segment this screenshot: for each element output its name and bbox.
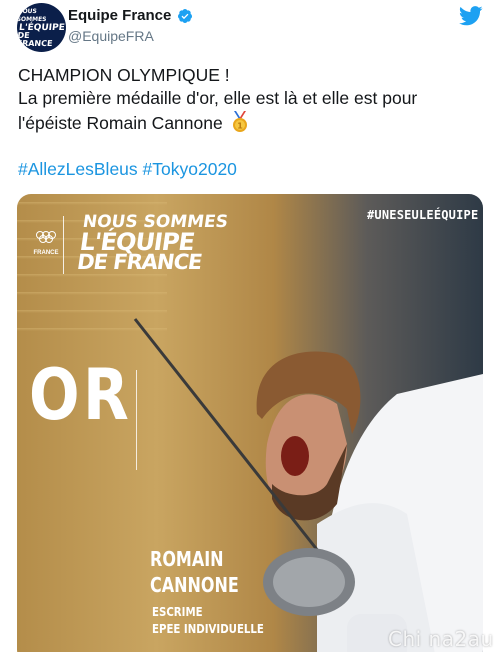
- user-handle[interactable]: @EquipeFRA: [68, 28, 154, 44]
- svg-text:1: 1: [237, 122, 243, 131]
- slogan-line: L'ÉQUIPE: [78, 228, 196, 256]
- logo-divider: [63, 216, 64, 274]
- olympic-rings-icon: [36, 231, 56, 243]
- event-label: ESCRIME EPEE INDIVIDUELLE: [152, 604, 264, 638]
- gold-medal-icon: 1: [232, 111, 247, 132]
- tweet-media-image[interactable]: FRANCE NOUS SOMMES L'ÉQUIPE DE FRANCE #U…: [17, 194, 483, 652]
- twitter-bird-icon[interactable]: [459, 6, 483, 26]
- watermark: Chi na2au: [388, 627, 494, 651]
- tweet-card: NOUS SOMMES L'ÉQUIPE DE FRANCE Equipe Fr…: [0, 0, 498, 652]
- display-name[interactable]: Equipe France: [68, 7, 171, 24]
- title-divider: [136, 370, 137, 470]
- slogan-text: NOUS SOMMES L'ÉQUIPE DE FRANCE: [75, 212, 230, 274]
- athlete-name: ROMAIN CANNONE: [150, 546, 239, 598]
- hashtag-link[interactable]: #AllezLesBleus: [18, 159, 138, 179]
- tweet-text-line: l'épéiste Romain Cannone 1: [18, 111, 250, 134]
- tweet-text-line: CHAMPION OLYMPIQUE !: [18, 65, 230, 85]
- verified-badge-icon: [178, 9, 192, 23]
- campaign-hashtag: #UNESEULEÉQUIPE: [367, 208, 479, 222]
- avatar[interactable]: NOUS SOMMES L'ÉQUIPE DE FRANCE: [17, 3, 66, 52]
- event-name: EPEE INDIVIDUELLE: [152, 622, 264, 636]
- avatar-text-line: NOUS SOMMES: [17, 7, 47, 23]
- france-logo-label: FRANCE: [33, 250, 59, 256]
- hashtag-row: #AllezLesBleus #Tokyo2020: [18, 159, 237, 180]
- athlete-last-name: CANNONE: [150, 573, 239, 597]
- avatar-text-line: DE FRANCE: [17, 30, 53, 48]
- olympic-france-logo: FRANCE: [33, 230, 59, 256]
- athlete-first-name: ROMAIN: [150, 547, 224, 571]
- hashtag-link[interactable]: #Tokyo2020: [143, 159, 237, 179]
- slogan-line: DE FRANCE: [75, 250, 204, 274]
- sport-name: ESCRIME: [152, 605, 203, 619]
- tweet-text-line: La première médaille d'or, elle est là e…: [18, 88, 418, 108]
- tweet-text-fragment: l'épéiste Romain Cannone: [18, 113, 223, 133]
- medal-title: OR: [29, 354, 133, 436]
